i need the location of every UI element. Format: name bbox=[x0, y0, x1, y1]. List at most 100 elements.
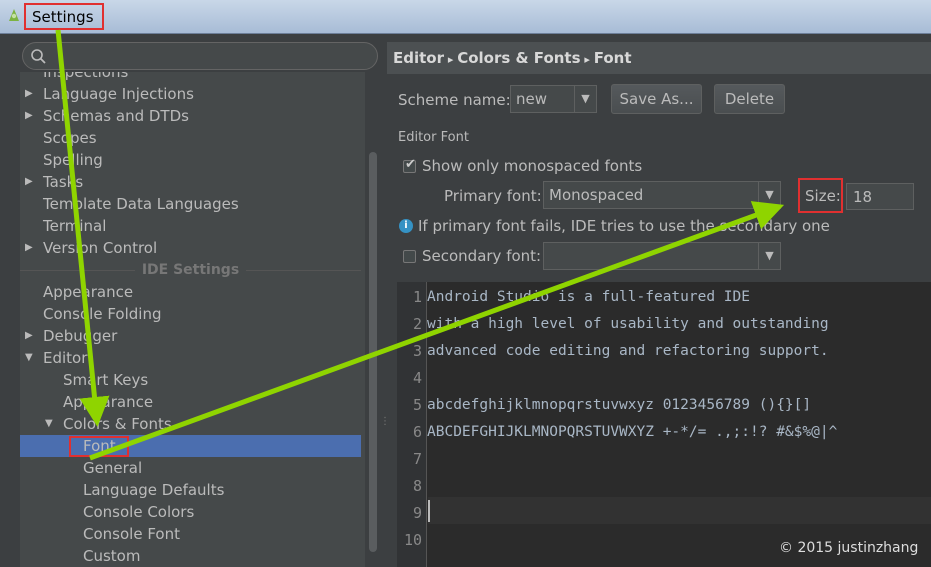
chevron-down-icon: ▼ bbox=[758, 182, 780, 208]
tree-item-console-folding[interactable]: Console Folding bbox=[43, 303, 161, 325]
tree-item-language-injections[interactable]: ▶ Language Injections bbox=[25, 83, 194, 105]
save-as-button[interactable]: Save As... bbox=[611, 84, 702, 114]
scheme-select[interactable]: new ▼ bbox=[510, 85, 597, 113]
tree-item-label: Version Control bbox=[43, 239, 158, 257]
tree-item-label: Console Folding bbox=[43, 305, 162, 323]
chevron-down-icon: ▼ bbox=[758, 243, 780, 269]
info-icon: i bbox=[399, 219, 413, 233]
tree-item-smart-keys[interactable]: Smart Keys bbox=[63, 369, 148, 391]
tree-item-editor[interactable]: ▼ Editor bbox=[25, 347, 88, 369]
preview-code-line: abcdefghijklmnopqrstuvwxyz 0123456789 ()… bbox=[427, 397, 812, 413]
breadcrumb-part: Editor bbox=[393, 49, 444, 67]
tree-item-console-font[interactable]: Console Font bbox=[83, 523, 180, 545]
preview-code-line: with a high level of usability and outst… bbox=[427, 316, 829, 332]
tree-item-general[interactable]: General bbox=[83, 457, 142, 479]
watermark: © 2015 justinzhang bbox=[779, 540, 919, 556]
secondary-font-label: Secondary font: bbox=[422, 247, 542, 265]
splitter-handle[interactable]: ⋮ bbox=[380, 416, 390, 430]
secondary-font-checkbox[interactable] bbox=[403, 250, 416, 263]
tree-item-label: Smart Keys bbox=[63, 371, 149, 389]
line-number: 4 bbox=[412, 369, 422, 387]
line-number: 8 bbox=[412, 477, 422, 495]
search-icon bbox=[31, 49, 46, 64]
tree-item-label: Inspections bbox=[43, 72, 129, 81]
monospaced-checkbox[interactable]: ✔ bbox=[403, 157, 416, 173]
tree-item-label: Custom bbox=[83, 547, 141, 565]
tree-item-schemas-and-dtds[interactable]: ▶ Schemas and DTDs bbox=[25, 105, 189, 127]
tree-item-label: Language Injections bbox=[43, 85, 194, 103]
current-line-highlight bbox=[428, 497, 931, 524]
tree-scrollbar[interactable] bbox=[366, 72, 380, 567]
line-number: 1 bbox=[412, 288, 422, 306]
primary-font-value: Monospaced bbox=[549, 186, 644, 204]
tree-item-label: Editor bbox=[43, 349, 88, 367]
tree-item-appearance[interactable]: Appearance bbox=[43, 281, 133, 303]
breadcrumb-part: Colors & Fonts bbox=[457, 49, 581, 67]
monospaced-label: Show only monospaced fonts bbox=[422, 157, 643, 175]
scheme-select-value: new bbox=[516, 90, 548, 108]
tree-item-editor-appearance[interactable]: Appearance bbox=[63, 391, 153, 413]
primary-font-select[interactable]: Monospaced ▼ bbox=[543, 181, 781, 209]
tree-item-console-colors[interactable]: Console Colors bbox=[83, 501, 194, 523]
settings-tree: Inspections ▶ Language Injections ▶ Schema… bbox=[20, 72, 365, 567]
size-label: Size: bbox=[805, 187, 841, 205]
tree-item-label: Console Colors bbox=[83, 503, 195, 521]
android-studio-icon bbox=[9, 9, 19, 21]
expand-arrow-icon[interactable]: ▶ bbox=[25, 237, 39, 259]
tree-scrollbar-thumb[interactable] bbox=[369, 152, 377, 552]
tree-item-label: Appearance bbox=[63, 393, 154, 411]
tree-item-label: Scopes bbox=[43, 129, 97, 147]
font-preview-editor[interactable]: 1 2 3 4 5 6 7 8 9 10 Android Studio is a full-fea… bbox=[397, 282, 931, 567]
preview-code-line: ABCDEFGHIJKLMNOPQRSTUVWXYZ +-*/= .,;:!? … bbox=[427, 424, 838, 440]
tree-item-label: Colors & Fonts bbox=[63, 415, 172, 433]
section-header-ide-settings: IDE Settings bbox=[20, 259, 361, 281]
text-caret bbox=[428, 500, 430, 522]
tree-item-template-data-languages[interactable]: Template Data Languages bbox=[43, 193, 239, 215]
breadcrumb-part: Font bbox=[593, 49, 632, 67]
breadcrumb: Editor ▸ Colors & Fonts ▸ Font bbox=[387, 42, 931, 74]
expand-arrow-icon[interactable]: ▶ bbox=[25, 171, 39, 193]
tree-item-label: Language Defaults bbox=[83, 481, 225, 499]
tree-item-inspections[interactable]: Inspections bbox=[43, 72, 128, 83]
expand-arrow-icon[interactable]: ▶ bbox=[25, 83, 39, 105]
line-number: 3 bbox=[412, 342, 422, 360]
tree-item-label: Schemas and DTDs bbox=[43, 107, 189, 125]
tree-item-colors-and-fonts[interactable]: ▼ Colors & Fonts bbox=[45, 413, 172, 435]
font-highlight-box bbox=[69, 436, 129, 457]
line-number: 5 bbox=[412, 396, 422, 414]
tree-item-spelling[interactable]: Spelling bbox=[43, 149, 103, 171]
primary-font-label: Primary font: bbox=[444, 187, 542, 205]
delete-button[interactable]: Delete bbox=[714, 84, 785, 114]
search-box[interactable] bbox=[22, 42, 378, 70]
tree-item-debugger[interactable]: ▶ Debugger bbox=[25, 325, 118, 347]
line-number: 7 bbox=[412, 450, 422, 468]
tree-item-tasks[interactable]: ▶ Tasks bbox=[25, 171, 84, 193]
tree-item-scopes[interactable]: Scopes bbox=[43, 127, 97, 149]
search-input[interactable] bbox=[51, 45, 371, 67]
tree-item-label: Spelling bbox=[43, 151, 103, 169]
tree-item-label: Appearance bbox=[43, 283, 134, 301]
size-input[interactable] bbox=[846, 183, 914, 210]
secondary-font-select[interactable]: ▼ bbox=[543, 242, 781, 270]
tree-item-version-control[interactable]: ▶ Version Control bbox=[25, 237, 158, 259]
title-bar: Settings bbox=[0, 0, 931, 34]
scheme-name-label: Scheme name: bbox=[398, 91, 511, 109]
line-number: 9 bbox=[412, 504, 422, 522]
preview-code-line: advanced code editing and refactoring su… bbox=[427, 343, 829, 359]
line-number: 6 bbox=[412, 423, 422, 441]
expand-arrow-icon[interactable]: ▶ bbox=[25, 325, 39, 347]
line-number: 10 bbox=[403, 531, 422, 549]
settings-content: Editor ▸ Colors & Fonts ▸ Font Scheme na… bbox=[387, 42, 931, 567]
tree-item-label: Tasks bbox=[43, 173, 84, 191]
breadcrumb-separator-icon: ▸ bbox=[580, 53, 594, 66]
window-title: Settings bbox=[24, 3, 104, 30]
tree-item-label: General bbox=[83, 459, 143, 477]
tree-item-language-defaults[interactable]: Language Defaults bbox=[83, 479, 224, 501]
tree-item-custom[interactable]: Custom bbox=[83, 545, 140, 567]
collapse-arrow-icon[interactable]: ▼ bbox=[25, 347, 39, 369]
tree-item-terminal[interactable]: Terminal bbox=[43, 215, 106, 237]
preview-code-line: Android Studio is a full-featured IDE bbox=[427, 289, 751, 305]
tree-item-label: Debugger bbox=[43, 327, 118, 345]
collapse-arrow-icon[interactable]: ▼ bbox=[45, 413, 59, 435]
expand-arrow-icon[interactable]: ▶ bbox=[25, 105, 39, 127]
